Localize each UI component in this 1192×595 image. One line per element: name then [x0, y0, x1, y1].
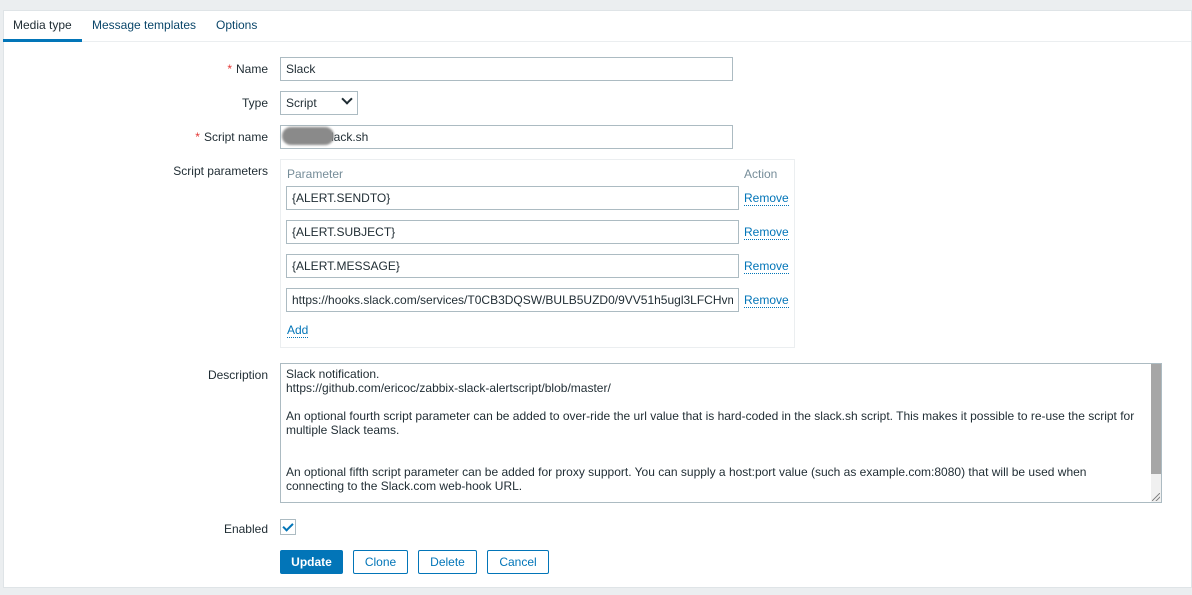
tab-options[interactable]: Options: [216, 17, 257, 41]
media-type-panel: Media type Message templates Options * Na…: [3, 10, 1192, 588]
param-input[interactable]: [286, 254, 739, 278]
remove-param-link[interactable]: Remove: [744, 225, 789, 240]
action-column-header: Action: [744, 167, 778, 181]
type-label: Type: [241, 96, 268, 110]
param-input[interactable]: [286, 220, 739, 244]
script-name-input[interactable]: [280, 125, 733, 149]
description-label: Description: [207, 368, 268, 382]
script-params-table: Parameter Action Remove Remove Remove Re…: [280, 159, 795, 348]
remove-param-link[interactable]: Remove: [744, 191, 789, 206]
tab-bar: Media type Message templates Options: [3, 11, 1191, 42]
script-params-label: Script parameters: [173, 164, 268, 178]
chevron-down-icon: [341, 93, 353, 105]
clone-button[interactable]: Clone: [353, 550, 408, 574]
enabled-label: Enabled: [223, 522, 268, 536]
enabled-checkbox[interactable]: [280, 519, 296, 535]
resize-grip-icon[interactable]: [1152, 493, 1160, 501]
param-input[interactable]: [286, 288, 739, 312]
type-select[interactable]: Script: [280, 91, 358, 115]
type-select-value: Script: [286, 96, 317, 110]
scrollbar-thumb[interactable]: [1151, 364, 1161, 474]
redacted-blur: [282, 127, 334, 145]
description-text: Slack notification. https://github.com/e…: [286, 367, 1135, 493]
required-mark: *: [195, 130, 200, 144]
add-param-link[interactable]: Add: [287, 323, 309, 338]
remove-param-link[interactable]: Remove: [744, 259, 789, 274]
param-input[interactable]: [286, 186, 739, 210]
param-column-header: Parameter: [287, 167, 344, 181]
name-input[interactable]: [280, 57, 733, 81]
description-textarea[interactable]: Slack notification. https://github.com/e…: [280, 363, 1162, 503]
remove-param-link[interactable]: Remove: [744, 293, 789, 308]
cancel-button[interactable]: Cancel: [487, 550, 549, 574]
required-mark: *: [227, 62, 232, 76]
update-button[interactable]: Update: [280, 550, 343, 574]
delete-button[interactable]: Delete: [418, 550, 477, 574]
script-name-label: * Script name: [195, 130, 268, 144]
name-label: * Name: [227, 62, 268, 76]
tab-message-templates[interactable]: Message templates: [92, 17, 196, 41]
tab-media-type[interactable]: Media type: [3, 17, 82, 42]
